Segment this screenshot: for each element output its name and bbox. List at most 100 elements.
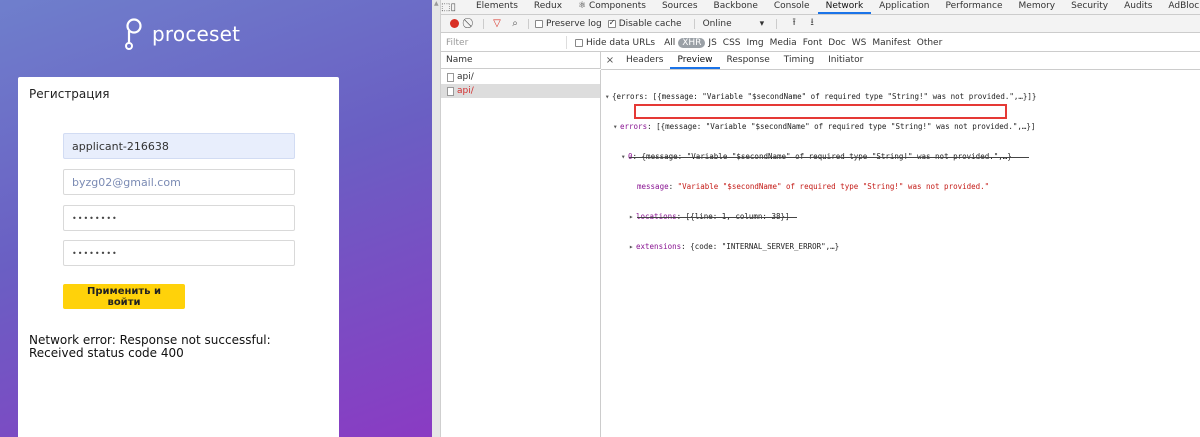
tab-security[interactable]: Security xyxy=(1063,0,1116,14)
tab-network[interactable]: Network xyxy=(817,0,872,14)
search-icon[interactable]: ⌕ xyxy=(508,18,522,29)
preview-key: message xyxy=(637,182,669,191)
filter-type-xhr[interactable]: XHR xyxy=(678,37,706,48)
checkbox-checked-icon xyxy=(607,18,616,28)
splitter-grip-icon: ▲ xyxy=(434,0,439,7)
filter-type-css[interactable]: CSS xyxy=(720,38,744,48)
registration-card: Регистрация Применить и войти Network er… xyxy=(18,77,339,437)
checkbox-icon xyxy=(575,38,583,47)
tab-preview[interactable]: Preview xyxy=(670,52,720,69)
preview-root-text: {errors: [{message: "Variable "$secondNa… xyxy=(612,92,1037,101)
disable-cache-label: Disable cache xyxy=(618,18,682,29)
tab-redux[interactable]: Redux xyxy=(526,0,570,14)
proceset-logo-icon xyxy=(125,18,142,50)
preview-key: errors xyxy=(620,122,648,131)
checkbox-icon xyxy=(535,19,543,28)
password-confirm-input[interactable] xyxy=(63,240,295,266)
brand-name: proceset xyxy=(152,22,241,46)
submit-button[interactable]: Применить и войти xyxy=(63,284,185,309)
app-pane: proceset Регистрация Применить и войти N… xyxy=(0,0,432,437)
filter-type-js[interactable]: JS xyxy=(705,38,719,48)
request-row-selected[interactable]: api/ xyxy=(441,84,600,98)
filter-type-all[interactable]: All xyxy=(661,38,678,48)
expanded-triangle-icon: ▾ xyxy=(613,122,618,131)
preserve-log-checkbox[interactable]: Preserve log xyxy=(535,19,602,29)
close-icon[interactable]: × xyxy=(601,55,619,66)
filter-type-manifest[interactable]: Manifest xyxy=(869,38,913,48)
strikethrough-line xyxy=(637,217,797,218)
preview-line-index-0[interactable]: ▾0: {message: "Variable "$secondName" of… xyxy=(605,152,1195,162)
tab-components[interactable]: ⚛ Components xyxy=(570,0,654,14)
preview-line-extensions[interactable]: ▸ extensions: {code: "INTERNAL_SERVER_ERR… xyxy=(605,242,1195,252)
divider xyxy=(776,18,778,29)
preview-value: : [{message: "Variable "$secondName" of … xyxy=(647,122,1036,131)
brand-logo: proceset xyxy=(124,15,240,53)
collapsed-triangle-icon: ▸ xyxy=(629,212,634,221)
divider xyxy=(483,18,484,29)
tab-console[interactable]: Console xyxy=(766,0,818,14)
request-name: api/ xyxy=(457,86,474,96)
filter-type-font[interactable]: Font xyxy=(800,38,826,48)
tab-elements[interactable]: Elements xyxy=(468,0,526,14)
strikethrough-line xyxy=(629,157,1029,158)
expanded-triangle-icon: ▾ xyxy=(621,152,626,161)
hide-data-urls-label: Hide data URLs xyxy=(586,37,656,48)
hide-data-urls-checkbox[interactable]: Hide data URLs xyxy=(575,38,655,48)
preview-line-locations[interactable]: ▸locations: [{line: 1, column: 38}] xyxy=(605,212,1195,222)
password-input[interactable] xyxy=(63,205,295,231)
expanded-triangle-icon: ▾ xyxy=(605,92,610,101)
tab-backbone[interactable]: Backbone xyxy=(706,0,766,14)
devtools-panel: ⬚ ▯ Elements Redux ⚛ Components Sources … xyxy=(441,0,1200,437)
tab-adblock[interactable]: AdBlock xyxy=(1160,0,1200,14)
throttle-value: Online xyxy=(702,18,732,29)
export-har-icon[interactable]: ⭳ xyxy=(805,15,819,32)
response-preview: ▾ {errors: [{message: "Variable "$secondN… xyxy=(605,72,1195,272)
preview-value: : {code: "INTERNAL_SERVER_ERROR",…} xyxy=(681,242,840,251)
preview-line-root[interactable]: ▾ {errors: [{message: "Variable "$secondN… xyxy=(605,92,1195,102)
tab-timing[interactable]: Timing xyxy=(777,52,821,69)
file-icon xyxy=(447,86,454,96)
request-list: api/ api/ xyxy=(441,70,601,437)
filter-type-media[interactable]: Media xyxy=(767,38,800,48)
disable-cache-checkbox[interactable]: Disable cache xyxy=(607,18,682,29)
tab-headers[interactable]: Headers xyxy=(619,52,670,69)
filter-type-ws[interactable]: WS xyxy=(849,38,870,48)
clear-icon[interactable]: ⃠ xyxy=(463,18,477,29)
inspect-element-icon[interactable]: ⬚ xyxy=(441,0,450,14)
pane-splitter[interactable]: ▲ xyxy=(432,0,441,437)
tab-performance[interactable]: Performance xyxy=(937,0,1010,14)
filter-input[interactable] xyxy=(444,36,567,49)
login-input[interactable] xyxy=(63,133,295,159)
filter-icon[interactable]: ▽ xyxy=(490,18,504,29)
preview-line-errors[interactable]: ▾ errors: [{message: "Variable "$secondNa… xyxy=(605,122,1195,132)
devtools-tab-bar: ⬚ ▯ Elements Redux ⚛ Components Sources … xyxy=(441,0,1200,15)
tab-audits[interactable]: Audits xyxy=(1116,0,1160,14)
request-detail-tabs: × Headers Preview Response Timing Initia… xyxy=(601,52,1200,70)
tab-application[interactable]: Application xyxy=(871,0,937,14)
filter-type-doc[interactable]: Doc xyxy=(825,38,848,48)
card-title: Регистрация xyxy=(29,87,110,101)
divider xyxy=(528,18,529,29)
device-toolbar-icon[interactable]: ▯ xyxy=(450,0,456,14)
tab-initiator[interactable]: Initiator xyxy=(821,52,870,69)
record-icon[interactable] xyxy=(450,19,459,28)
tab-sources[interactable]: Sources xyxy=(654,0,706,14)
preview-line-message[interactable]: message: "Variable "$secondName" of requ… xyxy=(605,182,1195,192)
collapsed-triangle-icon: ▸ xyxy=(629,242,634,251)
request-name-column-header[interactable]: Name xyxy=(441,52,601,69)
filter-type-img[interactable]: Img xyxy=(744,38,767,48)
preview-string-value: "Variable "$secondName" of required type… xyxy=(677,182,990,191)
file-icon xyxy=(447,72,454,82)
network-error-message: Network error: Response not successful: … xyxy=(29,333,271,360)
tab-response[interactable]: Response xyxy=(720,52,777,69)
highlight-box xyxy=(634,104,1007,119)
tab-memory[interactable]: Memory xyxy=(1011,0,1064,14)
filter-type-other[interactable]: Other xyxy=(914,38,946,48)
chevron-down-icon: ▾ xyxy=(759,18,765,29)
import-har-icon[interactable]: ⭱ xyxy=(787,15,801,32)
request-row[interactable]: api/ xyxy=(441,70,600,84)
email-input[interactable] xyxy=(63,169,295,195)
preserve-log-label: Preserve log xyxy=(546,18,602,29)
preview-key: extensions xyxy=(636,242,682,251)
throttle-select[interactable]: Online ▾ xyxy=(703,19,765,29)
